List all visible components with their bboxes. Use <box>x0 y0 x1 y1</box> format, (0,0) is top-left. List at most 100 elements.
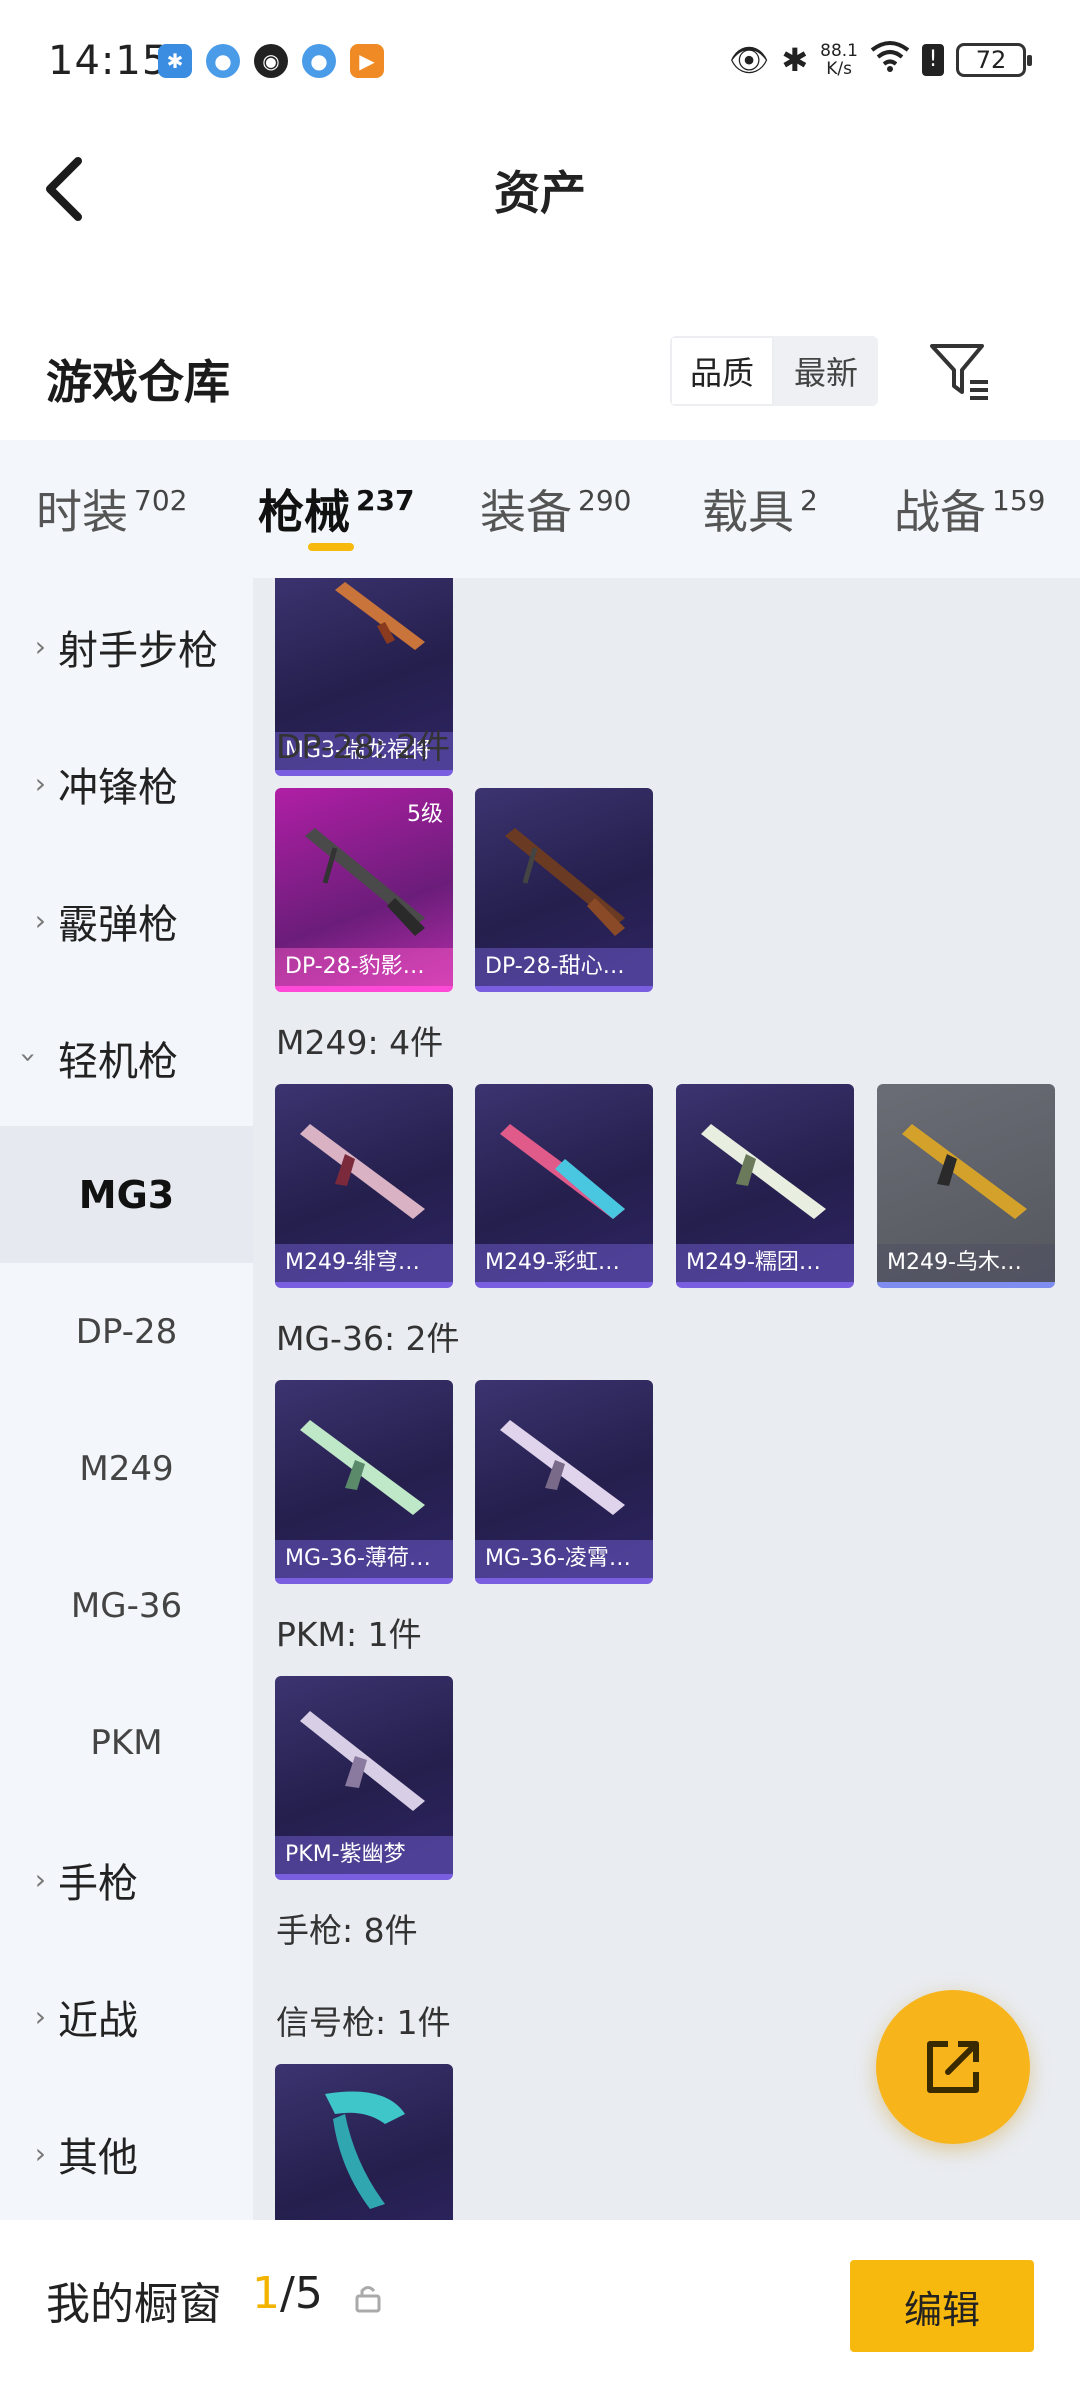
chevron-right-icon: › <box>34 2000 46 2033</box>
chevron-right-icon: › <box>34 904 46 937</box>
lmg-skin-icon <box>701 1124 826 1219</box>
lmg-skin-icon <box>500 1124 625 1219</box>
browser-notification-icon: ● <box>206 44 240 78</box>
item-name: M249-彩虹… <box>475 1244 653 1282</box>
item-card[interactable]: M249-彩虹… <box>475 1084 653 1288</box>
warehouse-title: 游戏仓库 <box>46 355 230 409</box>
item-card[interactable]: M249-乌木… <box>877 1084 1055 1288</box>
item-card[interactable]: 5级 DP-28-豹影… <box>275 788 453 992</box>
sidebar-sub-pkm[interactable]: PKM <box>0 1674 253 1811</box>
showcase-count-current: 1 <box>252 2268 280 2319</box>
bluetooth-notification-icon: ✱ <box>158 44 192 78</box>
share-fab-button[interactable] <box>876 1990 1030 2144</box>
sidebar-sub-m249[interactable]: M249 <box>0 1400 253 1537</box>
sort-quality-button[interactable]: 品质 <box>670 336 774 406</box>
edit-button[interactable]: 编辑 <box>850 2260 1034 2352</box>
sidebar-item-label: 手枪 <box>58 1860 138 1907</box>
tab-label: 枪械 <box>258 485 350 539</box>
speed-value: 88.1 <box>820 41 858 61</box>
section-header: 游戏仓库 <box>0 310 1080 440</box>
group-label-m249: M249: 4件 <box>276 1023 444 1062</box>
item-name: DP-28-甜心… <box>475 948 653 986</box>
item-name: MG-36-薄荷… <box>275 1540 453 1578</box>
lmg-skin-icon <box>505 828 625 936</box>
tab-equipment[interactable]: 装备 290 <box>480 476 631 542</box>
tab-count: 237 <box>356 484 415 517</box>
sidebar-item-label: 射手步枪 <box>58 627 218 674</box>
chevron-right-icon: › <box>34 2137 46 2170</box>
item-name: DP-28-豹影… <box>275 948 453 986</box>
alert-icon: ! <box>922 44 944 76</box>
item-name: M249-糯团… <box>676 1244 854 1282</box>
lmg-skin-icon <box>300 1420 425 1515</box>
tab-label: 载具 <box>702 485 794 539</box>
sidebar-item-shotgun[interactable]: › 霰弹枪 <box>0 852 253 989</box>
sidebar-item-label: 轻机枪 <box>58 1038 178 1085</box>
weapon-sidebar: › 射手步枪 › 冲锋枪 › 霰弹枪 › 轻机枪 MG3 DP-28 M249 … <box>0 578 253 2220</box>
browser2-notification-icon: ● <box>302 44 336 78</box>
item-card[interactable] <box>275 2064 453 2220</box>
external-link-icon <box>927 2041 979 2093</box>
tab-fashion[interactable]: 时装 702 <box>36 476 187 542</box>
sidebar-item-smg[interactable]: › 冲锋枪 <box>0 715 253 852</box>
tab-firearms[interactable]: 枪械 237 <box>258 476 414 542</box>
status-right: 👁 ✱ 88.1 K/s ! 72 <box>729 40 1032 80</box>
item-card[interactable]: DP-28-甜心… <box>475 788 653 992</box>
item-card[interactable]: M249-绯穹… <box>275 1084 453 1288</box>
sidebar-item-label: 其他 <box>58 2134 138 2181</box>
filter-button[interactable] <box>926 336 996 406</box>
tab-supplies[interactable]: 战备 159 <box>894 476 1045 542</box>
item-card[interactable]: MG-36-凌霄… <box>475 1380 653 1584</box>
wifi-icon <box>870 40 910 80</box>
item-card[interactable]: PKM-紫幽梦 <box>275 1676 453 1880</box>
battery-level: 72 <box>975 46 1007 74</box>
item-name: MG-36-凌霄… <box>475 1540 653 1578</box>
tab-count: 2 <box>800 484 818 517</box>
group-label-flare: 信号枪: 1件 <box>276 2003 451 2042</box>
sidebar-sub-dp28[interactable]: DP-28 <box>0 1263 253 1400</box>
showcase-count-total: /5 <box>280 2268 323 2319</box>
lock-icon <box>352 2282 384 2314</box>
top-nav: 资产 <box>0 125 1080 255</box>
tab-count: 290 <box>578 484 632 517</box>
notification-icons: ✱ ● ◉ ● ▶ <box>158 44 384 78</box>
page-title: 资产 <box>494 166 586 220</box>
lmg-skin-icon <box>335 582 425 650</box>
sidebar-sub-mg3[interactable]: MG3 <box>0 1126 253 1263</box>
item-name: PKM-紫幽梦 <box>275 1836 453 1874</box>
tab-count: 702 <box>134 484 188 517</box>
item-name: M249-乌木… <box>877 1244 1055 1282</box>
chevron-right-icon: › <box>34 1863 46 1896</box>
item-card[interactable]: MG-36-薄荷… <box>275 1380 453 1584</box>
item-grid: MG3-瑞龙福将 DP-28: 2件 5级 DP-28-豹影… DP-28-甜心… <box>253 578 1080 2220</box>
sidebar-sub-mg36[interactable]: MG-36 <box>0 1537 253 1674</box>
tab-count: 159 <box>992 484 1046 517</box>
sidebar-item-pistol[interactable]: › 手枪 <box>0 1811 253 1948</box>
item-name: M249-绯穹… <box>275 1244 453 1282</box>
sort-newest-button[interactable]: 最新 <box>774 336 878 406</box>
sidebar-item-other[interactable]: › 其他 <box>0 2085 253 2222</box>
item-card[interactable]: M249-糯团… <box>676 1084 854 1288</box>
sidebar-item-melee[interactable]: › 近战 <box>0 1948 253 2085</box>
tab-vehicles[interactable]: 载具 2 <box>702 476 818 542</box>
lmg-skin-icon <box>902 1124 1027 1219</box>
chevron-right-icon: › <box>34 630 46 663</box>
sort-toggle: 品质 最新 <box>670 336 878 406</box>
showcase-title: 我的橱窗 <box>46 2279 222 2330</box>
category-tabs: 时装 702 枪械 237 装备 290 载具 2 战备 159 <box>0 440 1080 578</box>
group-label-mg36: MG-36: 2件 <box>276 1319 460 1358</box>
group-label-pkm: PKM: 1件 <box>276 1615 422 1654</box>
sidebar-item-marksman-rifle[interactable]: › 射手步枪 <box>0 578 253 715</box>
qq-notification-icon: ◉ <box>254 44 288 78</box>
sidebar-item-lmg[interactable]: › 轻机枪 <box>0 989 253 1126</box>
lmg-skin-icon <box>300 1124 425 1219</box>
group-label-dp28: DP-28: 2件 <box>276 727 451 766</box>
sidebar-item-label: 近战 <box>58 1997 138 2044</box>
flare-gun-skin-icon <box>325 2091 405 2209</box>
battery-indicator: 72 <box>956 43 1032 77</box>
active-tab-indicator <box>308 543 354 551</box>
speed-unit: K/s <box>826 59 852 79</box>
chevron-down-icon: › <box>12 1051 46 1064</box>
sidebar-item-label: 冲锋枪 <box>58 764 178 811</box>
chevron-right-icon: › <box>34 767 46 800</box>
